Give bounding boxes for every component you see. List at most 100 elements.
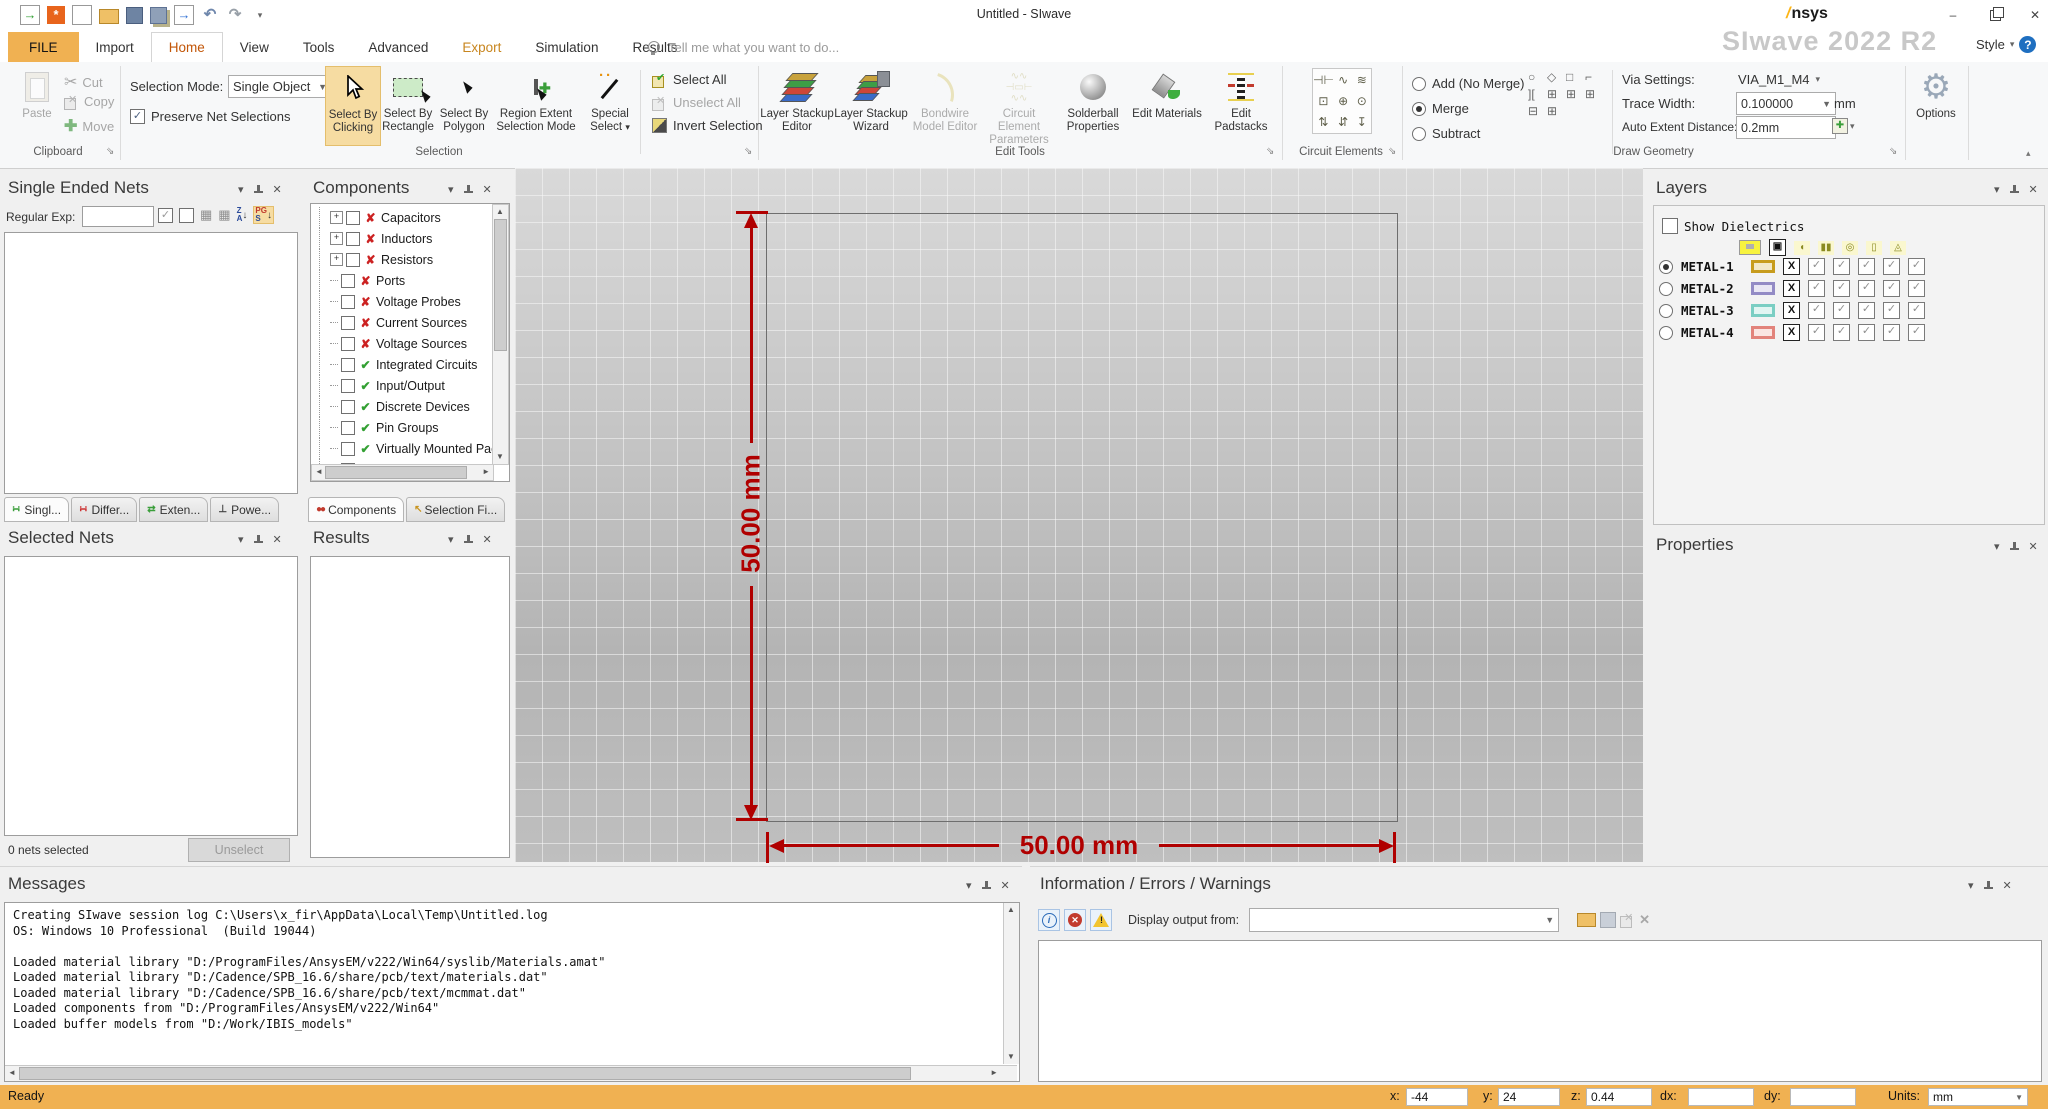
options-button[interactable]: ⚙ Options xyxy=(1908,66,1964,144)
close-icon[interactable]: ✕ xyxy=(2029,183,2038,196)
layer-radio[interactable] xyxy=(1659,303,1673,318)
scroll-right-icon[interactable]: ► xyxy=(482,468,490,476)
new-project-icon[interactable] xyxy=(72,5,92,25)
panel-menu-icon[interactable]: ▾ xyxy=(966,879,972,892)
copy-button[interactable]: Copy xyxy=(64,93,114,110)
scroll-up-icon[interactable]: ▲ xyxy=(1007,906,1015,914)
preserve-net-selections-checkbox[interactable]: ✓ Preserve Net Selections xyxy=(130,109,290,124)
clear-log-icon[interactable]: ✕ xyxy=(1639,912,1650,928)
show-warnings-toggle[interactable]: ! xyxy=(1090,909,1112,931)
scrollbar-thumb[interactable] xyxy=(494,219,507,351)
layer-color-swatch[interactable] xyxy=(1751,260,1775,273)
layer-radio[interactable] xyxy=(1659,281,1673,296)
draw-geometry-dialog-launcher[interactable]: ⇘ xyxy=(1889,146,1897,157)
components-tree[interactable]: + ✘ Capacitors + ✘ Inductors + ✘ Resistors ✘ Ports… xyxy=(310,203,510,482)
layer-option-checkbox[interactable]: ✓ xyxy=(1883,324,1900,341)
expand-icon[interactable]: + xyxy=(330,253,343,266)
board-outline-rect[interactable] xyxy=(766,213,1398,822)
show-info-toggle[interactable]: i xyxy=(1038,909,1060,931)
components-hscrollbar[interactable]: ◄ ► xyxy=(311,464,494,481)
scroll-up-icon[interactable]: ▲ xyxy=(496,208,504,216)
layer-option-checkbox[interactable]: ✓ xyxy=(1908,280,1925,297)
component-checkbox[interactable] xyxy=(341,336,355,351)
panel-menu-icon[interactable]: ▾ xyxy=(1994,183,2000,196)
bondwire-model-editor-button[interactable]: Bondwire Model Editor xyxy=(908,66,982,147)
select-all-button[interactable]: Select All xyxy=(652,71,726,88)
select-by-rectangle-button[interactable]: Select By Rectangle xyxy=(381,66,435,144)
pin-icon[interactable] xyxy=(2009,184,2019,196)
region-extent-selection-button[interactable]: Region Extent Selection Mode xyxy=(493,66,579,144)
components-tab-2[interactable]: ↖ Selection Fi... xyxy=(406,497,506,522)
pin-icon[interactable] xyxy=(1983,880,1993,892)
select-by-polygon-button[interactable]: Select By Polygon xyxy=(437,66,491,144)
component-checkbox[interactable] xyxy=(341,315,355,330)
component-item-capacitors[interactable]: + ✘ Capacitors xyxy=(311,207,509,228)
layer-stackup-editor-button[interactable]: Layer Stackup Editor xyxy=(760,66,834,147)
keyboard-icon[interactable]: ▦ xyxy=(200,207,212,223)
layer-color-swatch[interactable] xyxy=(1751,304,1775,317)
tab-simulation[interactable]: Simulation xyxy=(518,32,615,62)
component-item-current-sources[interactable]: ✘ Current Sources xyxy=(311,312,509,333)
close-icon[interactable]: ✕ xyxy=(273,183,282,196)
rectangle-tool-icon[interactable]: □ xyxy=(1566,70,1585,84)
draw-mode-merge-radio[interactable]: Merge xyxy=(1412,96,1524,121)
pad-tool-icon[interactable]: ⊟ xyxy=(1528,104,1547,118)
restore-button[interactable] xyxy=(1980,4,2010,26)
sort-pgs-icon[interactable]: PG S ↓ xyxy=(253,206,274,224)
layer-option-checkbox[interactable]: ✓ xyxy=(1858,302,1875,319)
current-sink-icon[interactable]: ↧ xyxy=(1357,115,1367,129)
expand-icon[interactable]: + xyxy=(330,211,343,224)
nets-tab-2[interactable]: ∺ Differ... xyxy=(71,497,138,522)
layer-visible-toggle[interactable]: X xyxy=(1783,302,1800,319)
design-canvas[interactable]: 50.00 mm 50.00 mm xyxy=(515,168,1643,863)
component-item-resistors[interactable]: + ✘ Resistors xyxy=(311,249,509,270)
pad-add-tool-icon[interactable]: ⊞ xyxy=(1547,104,1566,118)
pin-icon[interactable] xyxy=(463,184,473,196)
component-item-integrated-circuits[interactable]: ✔ Integrated Circuits xyxy=(311,354,509,375)
close-icon[interactable]: ✕ xyxy=(1001,879,1010,892)
collapse-ribbon-icon[interactable]: ▴ xyxy=(2026,148,2031,159)
open-log-folder-icon[interactable] xyxy=(1577,913,1597,927)
scrollbar-thumb[interactable] xyxy=(325,466,467,479)
component-item-virtually-mounted-pac[interactable]: ✔ Virtually Mounted Pac xyxy=(311,438,509,459)
polyline-tool-icon[interactable]: ⌐ xyxy=(1585,70,1604,84)
check-nets-icon[interactable]: ✓ xyxy=(158,207,173,223)
minimize-button[interactable]: – xyxy=(1938,4,1968,26)
coord-input-z[interactable]: 0.44 xyxy=(1586,1088,1652,1106)
component-checkbox[interactable] xyxy=(346,231,360,246)
nets-tab-3[interactable]: ⇄ Exten... xyxy=(139,497,209,522)
pin-power-icon[interactable]: ⇵ xyxy=(1338,115,1348,129)
save-all-icon[interactable] xyxy=(150,6,167,24)
keyboard-plus-icon[interactable]: ▦ xyxy=(218,207,230,223)
circuit-element-parameters-button[interactable]: ∿∿ ⊣▭⊢ ∿∿ Circuit Element Parameters xyxy=(982,66,1056,147)
close-icon[interactable]: ✕ xyxy=(273,533,282,546)
component-checkbox[interactable] xyxy=(341,378,355,393)
save-log-icon[interactable] xyxy=(1600,912,1617,928)
layer-option-checkbox[interactable]: ✓ xyxy=(1858,280,1875,297)
via-settings-dropdown[interactable]: VIA_M1_M4 ▾ xyxy=(1738,72,1820,87)
scroll-left-icon[interactable]: ◄ xyxy=(315,468,323,476)
draw-mode-subtract-radio[interactable]: Subtract xyxy=(1412,121,1524,146)
export-icon[interactable]: → xyxy=(174,5,194,25)
scroll-down-icon[interactable]: ▼ xyxy=(496,453,504,461)
pin-icon[interactable] xyxy=(463,534,473,546)
coord-input-y[interactable]: 24 xyxy=(1498,1088,1560,1106)
draw-mode-add-no-merge--radio[interactable]: Add (No Merge) xyxy=(1412,71,1524,96)
wizard-icon[interactable]: * xyxy=(47,6,65,24)
results-list[interactable] xyxy=(310,556,510,858)
component-checkbox[interactable] xyxy=(346,210,360,225)
panel-menu-icon[interactable]: ▾ xyxy=(238,183,244,196)
coord-input-dx[interactable] xyxy=(1688,1088,1754,1106)
component-item-voltage-probes[interactable]: ✘ Voltage Probes xyxy=(311,291,509,312)
messages-hscrollbar[interactable]: ◄ ► xyxy=(5,1065,1017,1081)
scrollbar-thumb[interactable] xyxy=(19,1067,911,1080)
component-item-input-output[interactable]: ✔ Input/Output xyxy=(311,375,509,396)
layer-visible-toggle[interactable]: X xyxy=(1783,324,1800,341)
selection-dialog-launcher[interactable]: ⇘ xyxy=(744,146,752,157)
layer-option-checkbox[interactable]: ✓ xyxy=(1883,258,1900,275)
panel-menu-icon[interactable]: ▾ xyxy=(1968,879,1974,892)
component-checkbox[interactable] xyxy=(341,399,355,414)
layer-option-checkbox[interactable]: ✓ xyxy=(1908,302,1925,319)
paste-button[interactable]: Paste xyxy=(10,66,64,144)
trace-width-input[interactable]: 0.100000 ▼ xyxy=(1736,92,1836,115)
